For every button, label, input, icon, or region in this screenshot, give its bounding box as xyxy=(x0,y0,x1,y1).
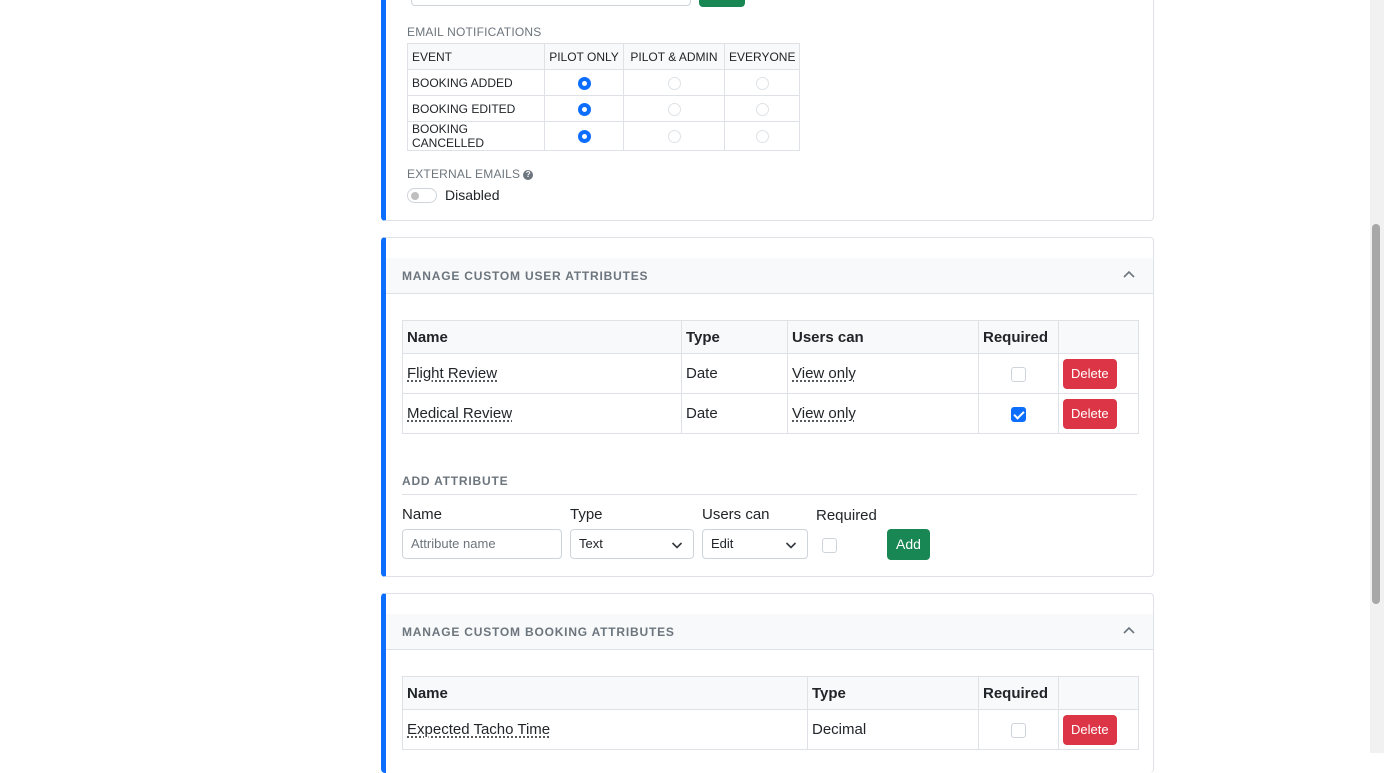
external-emails-status: Disabled xyxy=(445,187,500,203)
type-label: Type xyxy=(570,506,603,523)
attribute-name-input[interactable]: Attribute name xyxy=(402,529,562,559)
booking-attributes-table: Name Type Required Expected Tacho Time D… xyxy=(402,676,1139,750)
chevron-down-icon xyxy=(785,542,797,549)
type-select[interactable]: Text xyxy=(570,529,694,559)
attribute-type: Decimal xyxy=(807,709,979,750)
table-row: Medical Review Date View only Delete xyxy=(402,393,1139,434)
attribute-name-link[interactable]: Flight Review xyxy=(407,365,497,382)
radio-everyone[interactable] xyxy=(755,130,769,144)
add-button[interactable]: Add xyxy=(887,529,930,560)
event-label: BOOKING ADDED xyxy=(407,69,545,96)
col-type: Type xyxy=(681,320,788,354)
delete-button[interactable]: Delete xyxy=(1063,714,1117,745)
users-can-link[interactable]: View only xyxy=(792,365,856,382)
page-scrollbar[interactable] xyxy=(1370,0,1384,753)
col-pilot-only: PILOT ONLY xyxy=(544,43,624,70)
booking-attributes-card: MANAGE CUSTOM BOOKING ATTRIBUTES Name Ty… xyxy=(381,593,1154,773)
table-row: BOOKING CANCELLED xyxy=(407,121,801,151)
radio-pilot-admin[interactable] xyxy=(667,102,681,116)
email-notifications-label: EMAIL NOTIFICATIONS xyxy=(407,25,542,39)
col-name: Name xyxy=(402,676,808,710)
radio-pilot-only[interactable] xyxy=(577,130,591,144)
external-emails-label: EXTERNAL EMAILS? xyxy=(407,167,534,181)
radio-pilot-only[interactable] xyxy=(577,102,591,116)
attribute-name-link[interactable]: Medical Review xyxy=(407,405,512,422)
notifications-table: EVENT PILOT ONLY PILOT & ADMIN EVERYONE … xyxy=(407,43,801,151)
chevron-down-icon xyxy=(671,542,683,549)
external-emails-text: EXTERNAL EMAILS xyxy=(407,167,521,181)
user-attributes-table: Name Type Users can Required Flight Revi… xyxy=(402,320,1139,434)
users-can-select-value: Edit xyxy=(711,536,734,551)
col-required: Required xyxy=(978,320,1059,354)
delete-button[interactable]: Delete xyxy=(1063,358,1117,389)
name-label: Name xyxy=(402,506,443,523)
required-checkbox[interactable] xyxy=(1011,366,1026,382)
event-label: BOOKING EDITED xyxy=(407,95,545,122)
event-label: BOOKING CANCELLED xyxy=(407,121,545,151)
scrollbar-thumb[interactable] xyxy=(1372,224,1380,604)
col-type: Type xyxy=(807,676,979,710)
required-label: Required xyxy=(816,507,877,524)
user-attributes-header[interactable]: MANAGE CUSTOM USER ATTRIBUTES xyxy=(386,258,1153,294)
col-required: Required xyxy=(978,676,1059,710)
toggle-knob xyxy=(411,192,419,200)
delete-button[interactable]: Delete xyxy=(1063,398,1117,429)
attribute-name-link[interactable]: Expected Tacho Time xyxy=(407,721,550,738)
attribute-type: Date xyxy=(681,353,788,394)
radio-everyone[interactable] xyxy=(755,76,769,90)
required-checkbox[interactable] xyxy=(822,538,837,553)
card-title: MANAGE CUSTOM USER ATTRIBUTES xyxy=(402,269,649,283)
col-pilot-admin: PILOT & ADMIN xyxy=(623,43,725,70)
top-button-partial[interactable] xyxy=(699,0,745,7)
chevron-up-icon[interactable] xyxy=(1121,623,1137,639)
question-circle-icon[interactable]: ? xyxy=(523,169,534,180)
chevron-up-icon[interactable] xyxy=(1121,267,1137,283)
users-can-label: Users can xyxy=(702,506,770,523)
users-can-select[interactable]: Edit xyxy=(702,529,808,559)
external-emails-toggle[interactable] xyxy=(407,188,437,203)
table-row: BOOKING EDITED xyxy=(407,95,801,122)
card-title: MANAGE CUSTOM BOOKING ATTRIBUTES xyxy=(402,625,675,639)
booking-attributes-header[interactable]: MANAGE CUSTOM BOOKING ATTRIBUTES xyxy=(386,614,1153,650)
attribute-type: Date xyxy=(681,393,788,434)
radio-pilot-admin[interactable] xyxy=(667,76,681,90)
type-select-value: Text xyxy=(579,536,603,551)
add-attribute-heading: ADD ATTRIBUTE xyxy=(402,474,1137,495)
table-row: Flight Review Date View only Delete xyxy=(402,353,1139,394)
col-actions xyxy=(1058,676,1139,710)
required-checkbox[interactable] xyxy=(1011,406,1026,422)
col-actions xyxy=(1058,320,1139,354)
table-row: Expected Tacho Time Decimal Delete xyxy=(402,709,1139,750)
radio-pilot-admin[interactable] xyxy=(667,130,681,144)
notifications-card: EMAIL NOTIFICATIONS EVENT PILOT ONLY PIL… xyxy=(381,0,1154,221)
required-checkbox[interactable] xyxy=(1011,722,1026,738)
radio-pilot-only[interactable] xyxy=(577,76,591,90)
users-can-link[interactable]: View only xyxy=(792,405,856,422)
top-input-partial[interactable] xyxy=(411,0,691,6)
col-everyone: EVERYONE xyxy=(723,43,801,70)
col-name: Name xyxy=(402,320,682,354)
radio-everyone[interactable] xyxy=(755,102,769,116)
user-attributes-card: MANAGE CUSTOM USER ATTRIBUTES Name Type … xyxy=(381,237,1154,577)
col-users-can: Users can xyxy=(787,320,979,354)
col-event: EVENT xyxy=(407,43,545,70)
table-row: BOOKING ADDED xyxy=(407,69,801,96)
